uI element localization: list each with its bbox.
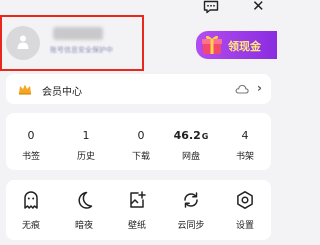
member-center-row[interactable]: 会员中心 › (6, 74, 271, 104)
stat-unit: G (201, 132, 209, 141)
top-bar: ✕ (0, 0, 277, 16)
stat-label: 下载 (131, 152, 150, 162)
avatar[interactable] (6, 26, 40, 60)
crown-icon (19, 84, 31, 95)
gift-icon (202, 35, 222, 54)
stat-value: 0 (137, 129, 145, 142)
member-center-label: 会员中心 (42, 87, 82, 98)
profile-area[interactable]: 账号信息安全保护中 (0, 15, 144, 71)
default-avatar-icon (17, 35, 29, 49)
stat-label: 书签 (21, 152, 40, 162)
tool-label: 壁纸 (127, 221, 146, 231)
stat-value: 0 (27, 129, 35, 142)
tool-label: 暗夜 (74, 221, 93, 231)
tool-label: 设置 (235, 221, 254, 231)
wallpaper-icon (130, 191, 146, 208)
moon-icon (78, 191, 93, 209)
cash-label: 领现金 (228, 40, 261, 53)
stat-value: 46.2G (173, 129, 209, 142)
stat-label: 书架 (235, 152, 254, 162)
tool-label: 云同步 (177, 221, 205, 231)
stat-value: 4 (241, 129, 249, 142)
tools-panel: 无痕 暗夜 壁纸 云同步 设置 (6, 180, 271, 240)
tool-dark-mode[interactable]: 暗夜 (59, 180, 109, 240)
stat-label: 网盘 (181, 152, 200, 162)
claim-cash-button[interactable]: 领现金 (196, 31, 277, 59)
username-redacted (53, 27, 103, 40)
tool-settings[interactable]: 设置 (220, 180, 270, 240)
tool-cloud-sync[interactable]: 云同步 (166, 180, 216, 240)
stat-label: 历史 (76, 152, 95, 162)
stat-history[interactable]: 1 历史 (61, 113, 111, 170)
cloud-icon (235, 84, 249, 94)
stat-value: 1 (82, 129, 90, 142)
tool-incognito[interactable]: 无痕 (6, 180, 56, 240)
message-icon[interactable] (203, 0, 219, 14)
stat-downloads[interactable]: 0 下载 (116, 113, 166, 170)
chevron-right-icon: › (257, 81, 262, 95)
sync-icon (184, 192, 198, 208)
gear-icon (237, 191, 253, 209)
tool-label: 无痕 (21, 221, 40, 231)
stats-panel: 0 书签 1 历史 0 下载 46.2G 网盘 4 书架 (6, 113, 271, 170)
stat-bookshelf[interactable]: 4 书架 (220, 113, 270, 170)
tool-wallpaper[interactable]: 壁纸 (112, 180, 162, 240)
close-icon[interactable]: ✕ (252, 0, 265, 15)
stat-bookmarks[interactable]: 0 书签 (6, 113, 56, 170)
ghost-icon (24, 191, 38, 209)
stat-cloud-drive[interactable]: 46.2G 网盘 (166, 113, 216, 170)
privacy-note: 账号信息安全保护中 (50, 46, 113, 54)
